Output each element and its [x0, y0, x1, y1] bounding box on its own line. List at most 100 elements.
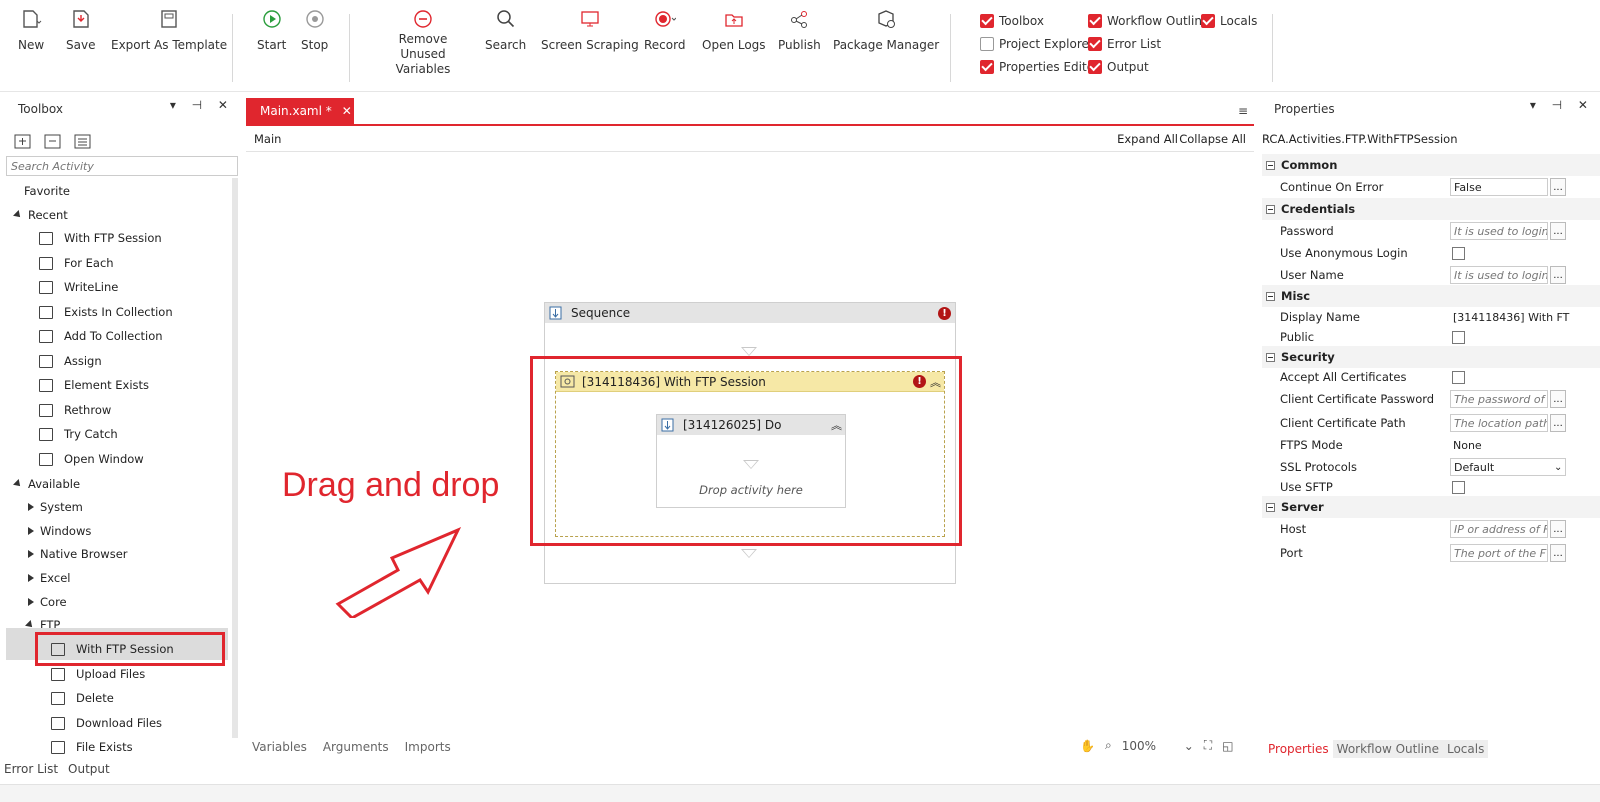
play-icon	[262, 10, 281, 28]
properties-window-controls[interactable]: ▾ ⊣ ✕	[1530, 98, 1594, 112]
ssl-protocols-select[interactable]: Default	[1450, 458, 1566, 476]
tree-recent[interactable]: Recent	[13, 204, 68, 226]
tree-group-core[interactable]: Core	[28, 591, 67, 613]
open-logs-button[interactable]: Open Logs	[702, 8, 766, 52]
expand-all-icon[interactable]	[14, 134, 32, 150]
search-activity-input[interactable]	[6, 156, 238, 176]
ellipsis-button[interactable]: ...	[1550, 520, 1566, 538]
use-sftp-checkbox[interactable]	[1452, 480, 1465, 494]
recent-item[interactable]: Exists In Collection	[38, 301, 173, 323]
category-common[interactable]: Common	[1262, 154, 1600, 176]
export-as-template-button[interactable]: Export As Template	[111, 8, 227, 52]
category-misc[interactable]: Misc	[1262, 285, 1600, 307]
anonymous-login-checkbox[interactable]	[1452, 246, 1465, 260]
list-view-icon[interactable]	[74, 134, 92, 150]
fit-to-screen-icon[interactable]: ⛶	[1204, 738, 1212, 753]
ftp-item-delete[interactable]: Delete	[50, 687, 114, 709]
tab-arguments[interactable]: Arguments	[323, 740, 389, 754]
tab-workflow-outline[interactable]: Workflow Outline	[1332, 740, 1443, 758]
category-security[interactable]: Security	[1262, 346, 1600, 368]
cert-password-field[interactable]: The password of c	[1450, 390, 1548, 408]
overview-icon[interactable]: ◱	[1222, 739, 1233, 753]
record-button[interactable]: Record	[644, 8, 685, 52]
ftp-item-upload-files[interactable]: Upload Files	[50, 663, 145, 685]
tab-main-xaml[interactable]: Main.xaml * ✕	[246, 98, 354, 124]
ftp-item-file-exists[interactable]: File Exists	[50, 736, 133, 758]
stop-button[interactable]: Stop	[301, 8, 328, 52]
ellipsis-button[interactable]: ...	[1550, 222, 1566, 240]
toolbox-window-controls[interactable]: ▾ ⊣ ✕	[170, 98, 234, 112]
ftp-item-download-files[interactable]: Download Files	[50, 712, 162, 734]
recent-item[interactable]: For Each	[38, 252, 114, 274]
zoom-level[interactable]: 100%	[1122, 739, 1174, 753]
prop-display-name: Display Name [314118436] With FTP	[1280, 308, 1570, 326]
start-button[interactable]: Start	[257, 8, 286, 52]
tree-group-native-browser[interactable]: Native Browser	[28, 543, 128, 565]
tab-output[interactable]: Output	[68, 762, 110, 776]
search-button[interactable]: Search	[485, 8, 526, 52]
host-field[interactable]: IP or address of F	[1450, 520, 1548, 538]
toggle-workflow-outline[interactable]: Workflow Outline	[1088, 14, 1209, 28]
save-button[interactable]: Save	[66, 8, 95, 52]
tab-imports[interactable]: Imports	[405, 740, 451, 754]
recent-item[interactable]: With FTP Session	[38, 227, 162, 249]
toggle-properties-editor[interactable]: Properties Editor	[980, 60, 1099, 74]
recent-item[interactable]: Element Exists	[38, 374, 149, 396]
accept-certificates-checkbox[interactable]	[1452, 370, 1465, 384]
new-button[interactable]: New	[18, 8, 44, 52]
zoom-icon[interactable]: ⌕	[1105, 738, 1112, 753]
breadcrumb[interactable]: Main	[254, 132, 281, 146]
publish-button[interactable]: Publish	[778, 8, 821, 52]
ellipsis-button[interactable]: ...	[1550, 266, 1566, 284]
expand-all-link[interactable]: Expand All	[1117, 132, 1178, 146]
sequence-header: Sequence !	[545, 303, 955, 323]
toggle-locals[interactable]: Locals	[1201, 14, 1257, 28]
ribbon-separator	[232, 14, 233, 82]
collapse-all-link[interactable]: Collapse All	[1179, 132, 1246, 146]
user-name-field[interactable]: It is used to login	[1450, 266, 1548, 284]
recent-item[interactable]: Assign	[38, 350, 102, 372]
tab-properties[interactable]: Properties	[1264, 740, 1333, 758]
ellipsis-button[interactable]: ...	[1550, 390, 1566, 408]
recent-item[interactable]: WriteLine	[38, 276, 118, 298]
tab-locals[interactable]: Locals	[1442, 740, 1489, 758]
toolbox-scrollbar[interactable]	[232, 178, 238, 738]
recent-item[interactable]: Rethrow	[38, 399, 111, 421]
ellipsis-button[interactable]: ...	[1550, 544, 1566, 562]
ellipsis-button[interactable]: ...	[1550, 178, 1566, 196]
category-credentials[interactable]: Credentials	[1262, 198, 1600, 220]
password-field[interactable]: It is used to login	[1450, 222, 1548, 240]
tree-group-excel[interactable]: Excel	[28, 567, 70, 589]
tree-group-system[interactable]: System	[28, 496, 83, 518]
port-field[interactable]: The port of the FT	[1450, 544, 1548, 562]
hand-tool-icon[interactable]: ✋	[1080, 739, 1095, 753]
package-manager-button[interactable]: Package Manager	[833, 8, 939, 52]
category-server[interactable]: Server	[1262, 496, 1600, 518]
recent-item[interactable]: Try Catch	[38, 423, 118, 445]
ellipsis-button[interactable]: ...	[1550, 414, 1566, 432]
error-icon: !	[938, 306, 951, 320]
ftps-mode-field[interactable]: None	[1450, 436, 1548, 454]
prop-use-sftp: Use SFTP	[1262, 476, 1600, 498]
close-tab-icon[interactable]: ✕	[342, 104, 352, 118]
public-checkbox[interactable]	[1452, 330, 1465, 344]
recent-item[interactable]: Add To Collection	[38, 325, 163, 347]
cert-path-field[interactable]: The location path	[1450, 414, 1548, 432]
tree-group-windows[interactable]: Windows	[28, 520, 91, 542]
remove-unused-variables-button[interactable]: Remove Unused Variables	[378, 8, 468, 77]
toggle-error-list[interactable]: Error List	[1088, 37, 1161, 51]
toggle-toolbox[interactable]: Toolbox	[980, 14, 1044, 28]
tab-error-list[interactable]: Error List	[4, 762, 58, 776]
recent-item[interactable]: Open Window	[38, 448, 144, 470]
toggle-project-explorer[interactable]: Project Explorer	[980, 37, 1094, 51]
tree-favorite[interactable]: Favorite	[24, 180, 70, 202]
tab-menu-icon[interactable]: ≡	[1238, 104, 1248, 118]
zoom-dropdown-icon[interactable]: ⌄	[1184, 739, 1194, 753]
collapse-all-icon[interactable]	[44, 134, 62, 150]
tab-variables[interactable]: Variables	[252, 740, 307, 754]
toggle-output[interactable]: Output	[1088, 60, 1149, 74]
tree-available[interactable]: Available	[13, 473, 80, 495]
screen-scraping-button[interactable]: Screen Scraping	[541, 8, 639, 52]
display-name-field[interactable]: [314118436] With FTP	[1450, 308, 1570, 326]
continue-on-error-field[interactable]: False	[1450, 178, 1548, 196]
